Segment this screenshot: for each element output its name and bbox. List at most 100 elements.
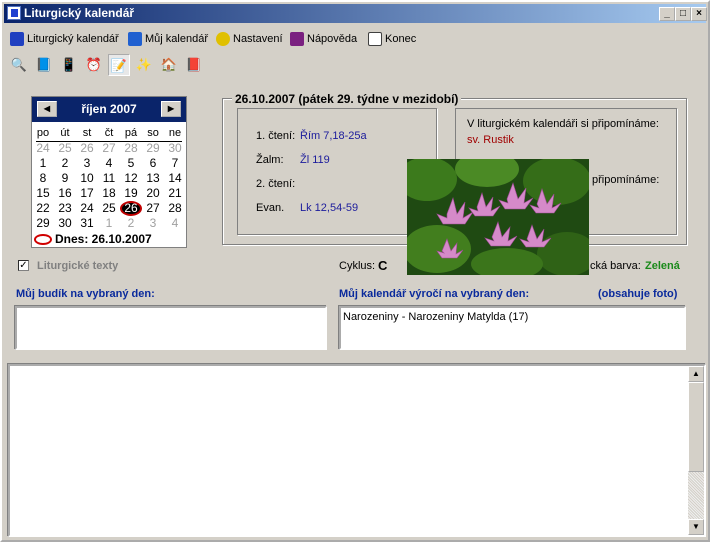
- calendar-day[interactable]: 19: [120, 186, 142, 201]
- today-link[interactable]: Dnes: 26.10.2007: [34, 232, 152, 246]
- calendar-day[interactable]: 13: [142, 171, 164, 186]
- liturgical-texts-checkbox[interactable]: ✓: [18, 260, 29, 271]
- minimize-button[interactable]: _: [659, 7, 675, 21]
- calendar-day[interactable]: 31: [76, 216, 98, 231]
- month-calendar: ◀ říjen 2007 ▶ po út st čt pá so ne 24 25…: [31, 96, 187, 248]
- weekday-label: po: [36, 127, 50, 139]
- calendar-day[interactable]: 26: [76, 141, 98, 156]
- anniversary-text: Narozeniny - Narozeniny Matylda (17): [343, 311, 529, 323]
- weekday-label: út: [60, 127, 70, 139]
- calendar-day[interactable]: 4: [98, 156, 120, 171]
- calendar-day[interactable]: 3: [76, 156, 98, 171]
- calendar-day[interactable]: 29: [142, 141, 164, 156]
- gospel-value[interactable]: Lk 12,54-59: [300, 202, 358, 214]
- calendar-day[interactable]: 25: [54, 141, 76, 156]
- scroll-thumb[interactable]: [688, 382, 704, 472]
- menu-label: Nastavení: [233, 33, 283, 45]
- menu-my-calendar[interactable]: Můj kalendář: [128, 28, 208, 50]
- menu-liturgical-calendar[interactable]: Liturgický kalendář: [10, 28, 119, 50]
- wand-icon[interactable]: ✨: [133, 54, 155, 76]
- help-book-icon: [290, 32, 304, 47]
- today-ring-icon: [34, 234, 52, 246]
- vertical-scrollbar[interactable]: ▲ ▼: [688, 366, 704, 535]
- calendar-day[interactable]: 14: [164, 171, 186, 186]
- month-label: říjen 2007: [81, 102, 137, 116]
- calendar-day[interactable]: 17: [76, 186, 98, 201]
- calendar-day[interactable]: 1: [98, 216, 120, 231]
- calendar-day[interactable]: 8: [32, 171, 54, 186]
- scroll-up-button[interactable]: ▲: [688, 366, 704, 382]
- calendar-day[interactable]: 2: [54, 156, 76, 171]
- home-icon[interactable]: 🏠: [158, 54, 180, 76]
- calendar-week-row: 8 9 10 11 12 13 14: [32, 171, 186, 186]
- calendar-day[interactable]: 21: [164, 186, 186, 201]
- next-month-button[interactable]: ▶: [161, 101, 181, 117]
- calendar-week-row: 1234567: [32, 156, 186, 171]
- calendar-day[interactable]: 10: [76, 171, 98, 186]
- liturgical-text-area[interactable]: ▲ ▼: [8, 364, 706, 537]
- calendar-day[interactable]: 6: [142, 156, 164, 171]
- calendar-day[interactable]: 24: [76, 201, 98, 216]
- maximize-button[interactable]: □: [675, 7, 691, 21]
- calendar-day[interactable]: 27: [142, 201, 164, 216]
- calendar-day[interactable]: 22: [32, 201, 54, 216]
- menu-label: Konec: [385, 33, 417, 45]
- commemoration-saint: sv. Rustik: [467, 134, 514, 146]
- calendar-day[interactable]: 15: [32, 186, 54, 201]
- weekday-header-row: po út st čt pá so ne: [32, 126, 186, 141]
- toolbar: 🔍 📘 📱 ⏰ 📝 ✨ 🏠 📕: [6, 52, 706, 78]
- phone-icon[interactable]: 📱: [58, 54, 80, 76]
- psalm-value[interactable]: Žl 119: [300, 154, 330, 166]
- cycle-label: Cyklus:: [339, 260, 376, 272]
- calendar-day[interactable]: 5: [120, 156, 142, 171]
- menu-label: Liturgický kalendář: [27, 33, 119, 45]
- calendar-day[interactable]: 16: [54, 186, 76, 201]
- calendar-day[interactable]: 2: [120, 216, 142, 231]
- calendar-week-row: 24 25 26 27 28 29 30: [32, 141, 186, 156]
- calendar-day[interactable]: 4: [164, 216, 186, 231]
- calendar-day[interactable]: 7: [164, 156, 186, 171]
- anniversary-textbox[interactable]: Narozeniny - Narozeniny Matylda (17): [339, 306, 686, 350]
- commemoration-heading: V liturgickém kalendáři si připomínáme:: [467, 118, 659, 130]
- menu-settings[interactable]: Nastavení: [216, 28, 283, 50]
- calendar-day[interactable]: 11: [98, 171, 120, 186]
- flower-photo: [407, 159, 589, 275]
- calendar-day[interactable]: 18: [98, 186, 120, 201]
- clock-icon[interactable]: ⏰: [83, 54, 105, 76]
- book-icon[interactable]: 📘: [33, 54, 55, 76]
- calendar-day[interactable]: 20: [142, 186, 164, 201]
- calendar-day[interactable]: 30: [164, 141, 186, 156]
- alarm-textbox[interactable]: [15, 306, 327, 350]
- calendar-day[interactable]: 12: [120, 171, 142, 186]
- library-book-icon[interactable]: 📕: [183, 54, 205, 76]
- cycle-value: C: [378, 258, 388, 273]
- calendar-day[interactable]: 28: [120, 141, 142, 156]
- close-button[interactable]: ×: [691, 7, 707, 21]
- calendar-day[interactable]: 24: [32, 141, 54, 156]
- prev-month-button[interactable]: ◀: [37, 101, 57, 117]
- magnifier-icon[interactable]: 🔍: [8, 54, 30, 76]
- menu-exit[interactable]: Konec: [368, 28, 416, 50]
- calendar-day[interactable]: 23: [54, 201, 76, 216]
- weekday-label: so: [147, 127, 159, 139]
- calendar-edit-icon[interactable]: 📝: [108, 54, 130, 76]
- calendar-day[interactable]: 30: [54, 216, 76, 231]
- calendar-day-selected[interactable]: 26: [120, 201, 142, 216]
- menu-help[interactable]: Nápověda: [290, 28, 357, 50]
- calendar-day[interactable]: 27: [98, 141, 120, 156]
- day-heading: 26.10.2007 (pátek 29. týdne v mezidobí): [232, 92, 462, 106]
- reading-1-value[interactable]: Řím 7,18-25a: [300, 130, 367, 142]
- weekday-label: st: [82, 127, 92, 139]
- calendar-day[interactable]: 9: [54, 171, 76, 186]
- calendar-day[interactable]: 28: [164, 201, 186, 216]
- app-window: Liturgický kalendář _ □ × Liturgický kal…: [0, 0, 710, 542]
- calendar-day[interactable]: 25: [98, 201, 120, 216]
- calendar-day[interactable]: 1: [32, 156, 54, 171]
- gospel-label: Evan.: [256, 202, 285, 214]
- photo-note[interactable]: (obsahuje foto): [598, 288, 677, 300]
- menu-label: Nápověda: [307, 33, 358, 45]
- commemoration-heading-2: připomínáme:: [592, 174, 660, 186]
- scroll-down-button[interactable]: ▼: [688, 519, 704, 535]
- calendar-day[interactable]: 3: [142, 216, 164, 231]
- calendar-day[interactable]: 29: [32, 216, 54, 231]
